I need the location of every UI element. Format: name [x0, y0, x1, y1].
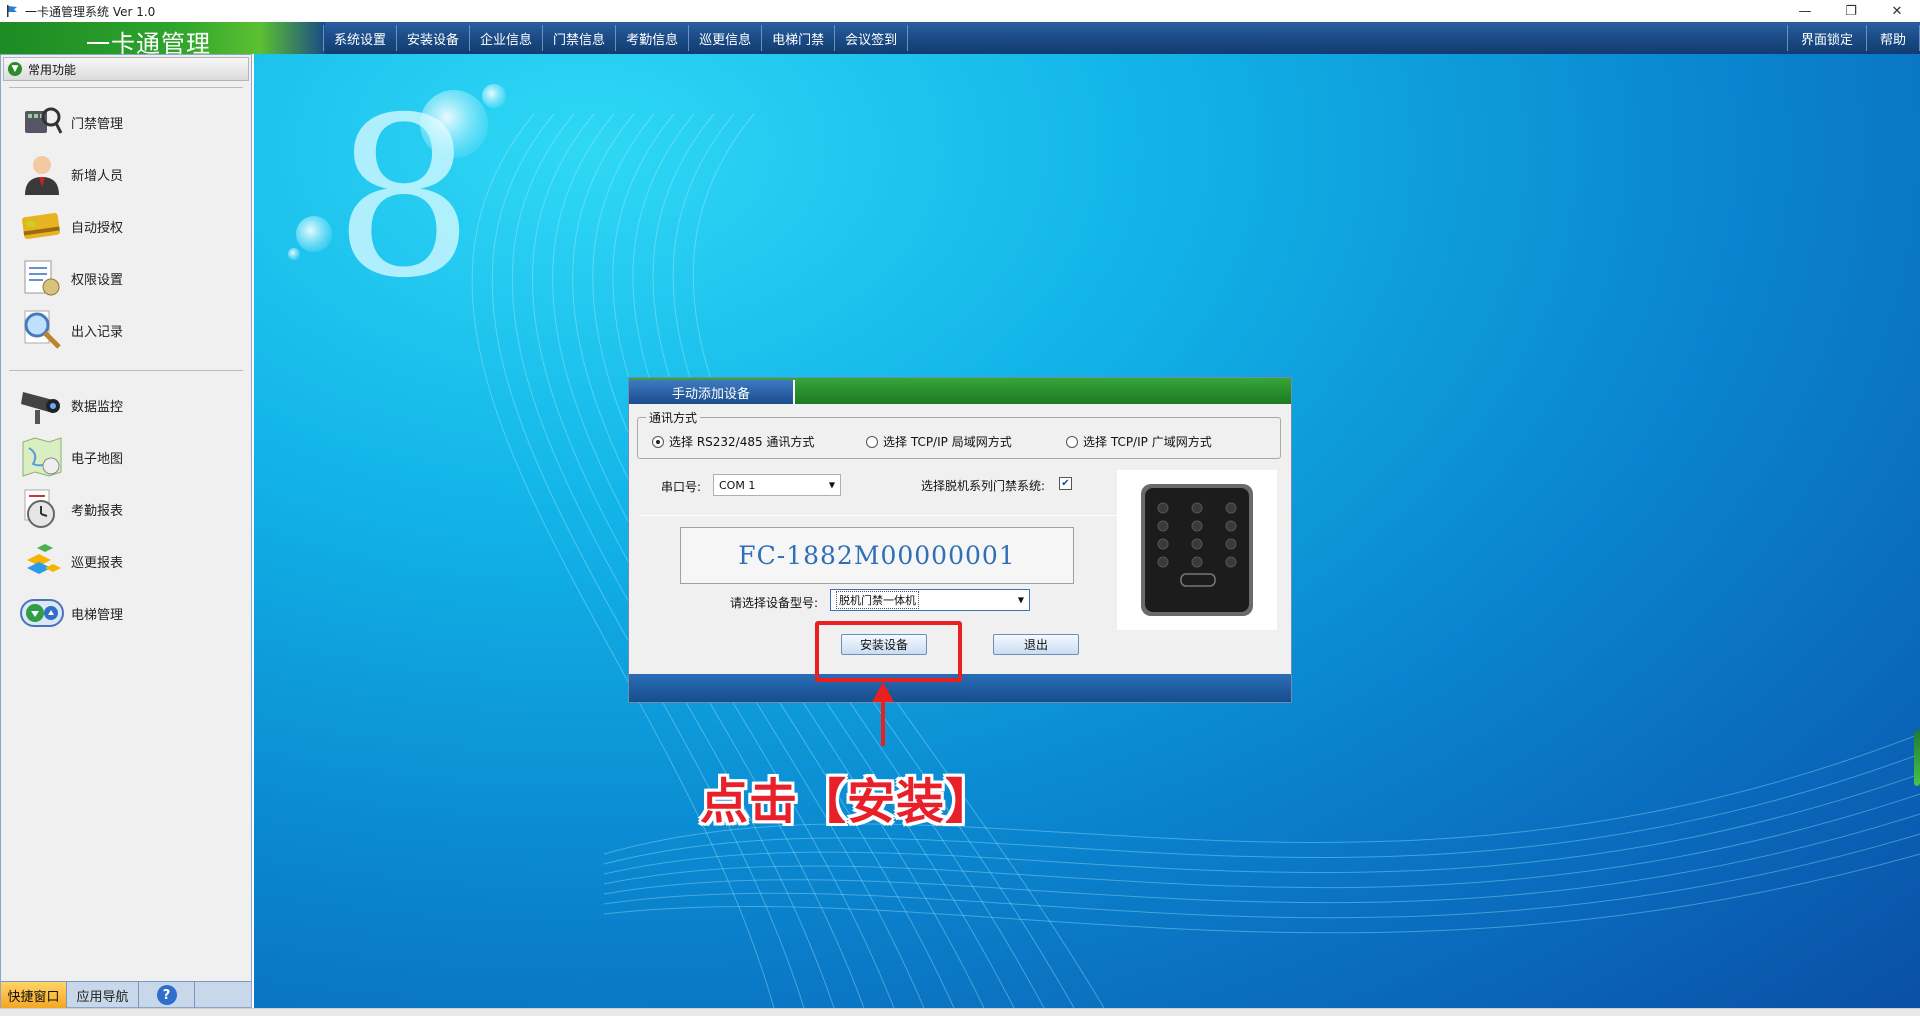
elevator-icon [20, 599, 64, 627]
magnifier-icon [24, 310, 61, 349]
restore-button[interactable]: ❐ [1828, 0, 1874, 22]
sidebar-bottom-tabs: 快捷窗口 应用导航 ? [1, 981, 251, 1008]
sidebar-item-access-management[interactable]: 门禁管理 [9, 96, 243, 148]
offline-system-checkbox[interactable]: ✔ [1059, 477, 1072, 490]
annotation-highlight-box [815, 621, 962, 682]
radio-tcpip-wan-dot[interactable] [1066, 435, 1078, 448]
minimize-button[interactable]: — [1782, 0, 1828, 22]
model-select[interactable]: 脱机门禁一体机 ▼ [830, 589, 1030, 611]
annotation-arrow-icon [872, 682, 894, 746]
sidebar-item-label: 数据监控 [71, 399, 124, 415]
map-icon [22, 437, 62, 477]
sidebar-item-attendance-report[interactable]: 考勤报表 [9, 483, 243, 535]
edge-scroll-indicator[interactable] [1914, 730, 1920, 786]
window-titlebar: 一卡通管理系统 Ver 1.0 — ❐ ✕ [0, 0, 1920, 22]
sidebar-item-label: 权限设置 [71, 272, 124, 288]
sidebar-item-auto-authorize[interactable]: 自动授权 [9, 200, 243, 252]
menu-attendance-info[interactable]: 考勤信息 [615, 25, 688, 51]
person-icon [25, 156, 59, 195]
comm-method-group: 通讯方式 选择 RS232/485 通讯方式 选择 TCP/IP 局域网方式 选… [637, 409, 1281, 459]
help-tab[interactable]: ? [139, 982, 195, 1008]
close-button[interactable]: ✕ [1874, 0, 1920, 22]
sidebar-header[interactable]: ▼ 常用功能 [3, 57, 249, 81]
port-select[interactable]: COM 1 ▼ [713, 474, 841, 496]
sidebar-item-add-person[interactable]: 新增人员 [9, 148, 243, 200]
chevron-down-icon: ▼ [1017, 595, 1024, 605]
tab-quick-window[interactable]: 快捷窗口 [1, 982, 67, 1008]
menu-system-settings[interactable]: 系统设置 [323, 25, 396, 51]
radio-tcpip-lan[interactable]: 选择 TCP/IP 局域网方式 [866, 433, 1012, 450]
sidebar-item-label: 巡更报表 [71, 555, 124, 571]
sidebar-item-label: 考勤报表 [71, 503, 124, 519]
menu-meeting-signin[interactable]: 会议签到 [834, 25, 909, 51]
dialog-divider [641, 515, 1125, 516]
radio-rs232-dot[interactable] [652, 435, 664, 448]
camera-icon [21, 392, 60, 424]
clock-icon [24, 489, 55, 528]
menu-elevator-access[interactable]: 电梯门禁 [761, 25, 834, 51]
annotation-text: 点击【安装】 [700, 774, 995, 830]
menu-access-info[interactable]: 门禁信息 [542, 25, 615, 51]
top-menu-right: 界面锁定 帮助 [1786, 25, 1920, 51]
brand-area: 一卡通管理 [0, 22, 325, 58]
card-icon [22, 212, 60, 240]
keypad-device-icon [1141, 484, 1253, 616]
sidebar-item-label: 自动授权 [71, 220, 124, 236]
sidebar-item-permission-settings[interactable]: 权限设置 [9, 252, 243, 304]
top-menu: 系统设置 安装设备 企业信息 门禁信息 考勤信息 巡更信息 电梯门禁 会议签到 [323, 25, 909, 51]
access-control-icon [25, 107, 63, 134]
sidebar-item-access-records[interactable]: 出入记录 [9, 304, 243, 356]
radio-rs232[interactable]: 选择 RS232/485 通讯方式 [652, 433, 814, 450]
radio-tcpip-lan-label: 选择 TCP/IP 局域网方式 [883, 435, 1012, 449]
sidebar: ▼ 常用功能 门禁管理 新增人员 自动授权 权限设置 出入记录 数据监控 电子地… [0, 54, 252, 1008]
status-bar [0, 1008, 1920, 1016]
device-keypad-image [1117, 470, 1277, 630]
dialog-titlebar: 手动添加设备 [629, 378, 1291, 404]
menu-install-device[interactable]: 安装设备 [396, 25, 469, 51]
sidebar-item-label: 新增人员 [71, 168, 124, 184]
radio-rs232-label: 选择 RS232/485 通讯方式 [669, 435, 815, 449]
cubes-icon [27, 544, 61, 574]
port-label: 串口号: [661, 480, 702, 494]
sidebar-item-label: 门禁管理 [71, 116, 124, 132]
radio-tcpip-wan-label: 选择 TCP/IP 广域网方式 [1083, 435, 1212, 449]
main-menubar: 一卡通管理 系统设置 安装设备 企业信息 门禁信息 考勤信息 巡更信息 电梯门禁… [0, 22, 1920, 58]
model-select-value: 脱机门禁一体机 [836, 591, 919, 609]
tab-manual-add-device[interactable]: 手动添加设备 [629, 380, 795, 404]
radio-tcpip-wan[interactable]: 选择 TCP/IP 广域网方式 [1066, 433, 1212, 450]
sidebar-item-label: 电梯管理 [71, 607, 124, 623]
help-icon: ? [156, 985, 177, 1005]
app-flag-icon [7, 5, 17, 17]
radio-tcpip-lan-dot[interactable] [866, 435, 878, 448]
sidebar-item-label: 出入记录 [71, 324, 124, 340]
model-label: 请选择设备型号: [730, 596, 819, 610]
sidebar-item-label: 电子地图 [71, 451, 124, 467]
exit-button[interactable]: 退出 [993, 634, 1079, 655]
sidebar-item-e-map[interactable]: 电子地图 [9, 431, 243, 483]
port-select-value: COM 1 [719, 478, 756, 492]
device-code-display: FC-1882M00000001 [680, 527, 1074, 584]
menu-patrol-info[interactable]: 巡更信息 [688, 25, 761, 51]
menu-lock-ui[interactable]: 界面锁定 [1786, 25, 1866, 51]
sidebar-group-1: 门禁管理 新增人员 自动授权 权限设置 出入记录 [9, 87, 243, 364]
chevron-down-icon: ▼ [828, 480, 835, 490]
sidebar-item-elevator-management[interactable]: 电梯管理 [9, 587, 243, 639]
window-title: 一卡通管理系统 Ver 1.0 [25, 4, 156, 19]
sidebar-group-2: 数据监控 电子地图 考勤报表 巡更报表 电梯管理 [9, 370, 243, 647]
comm-method-label: 通讯方式 [646, 409, 701, 426]
menu-help[interactable]: 帮助 [1865, 25, 1920, 51]
document-icon [24, 260, 60, 296]
collapse-icon[interactable]: ▼ [8, 62, 22, 76]
sidebar-header-label: 常用功能 [28, 62, 77, 77]
offline-system-label: 选择脱机系列门禁系统: [921, 479, 1046, 493]
tab-app-navigation[interactable]: 应用导航 [67, 982, 139, 1008]
sidebar-item-data-monitor[interactable]: 数据监控 [9, 379, 243, 431]
sidebar-item-patrol-report[interactable]: 巡更报表 [9, 535, 243, 587]
menu-company-info[interactable]: 企业信息 [469, 25, 542, 51]
